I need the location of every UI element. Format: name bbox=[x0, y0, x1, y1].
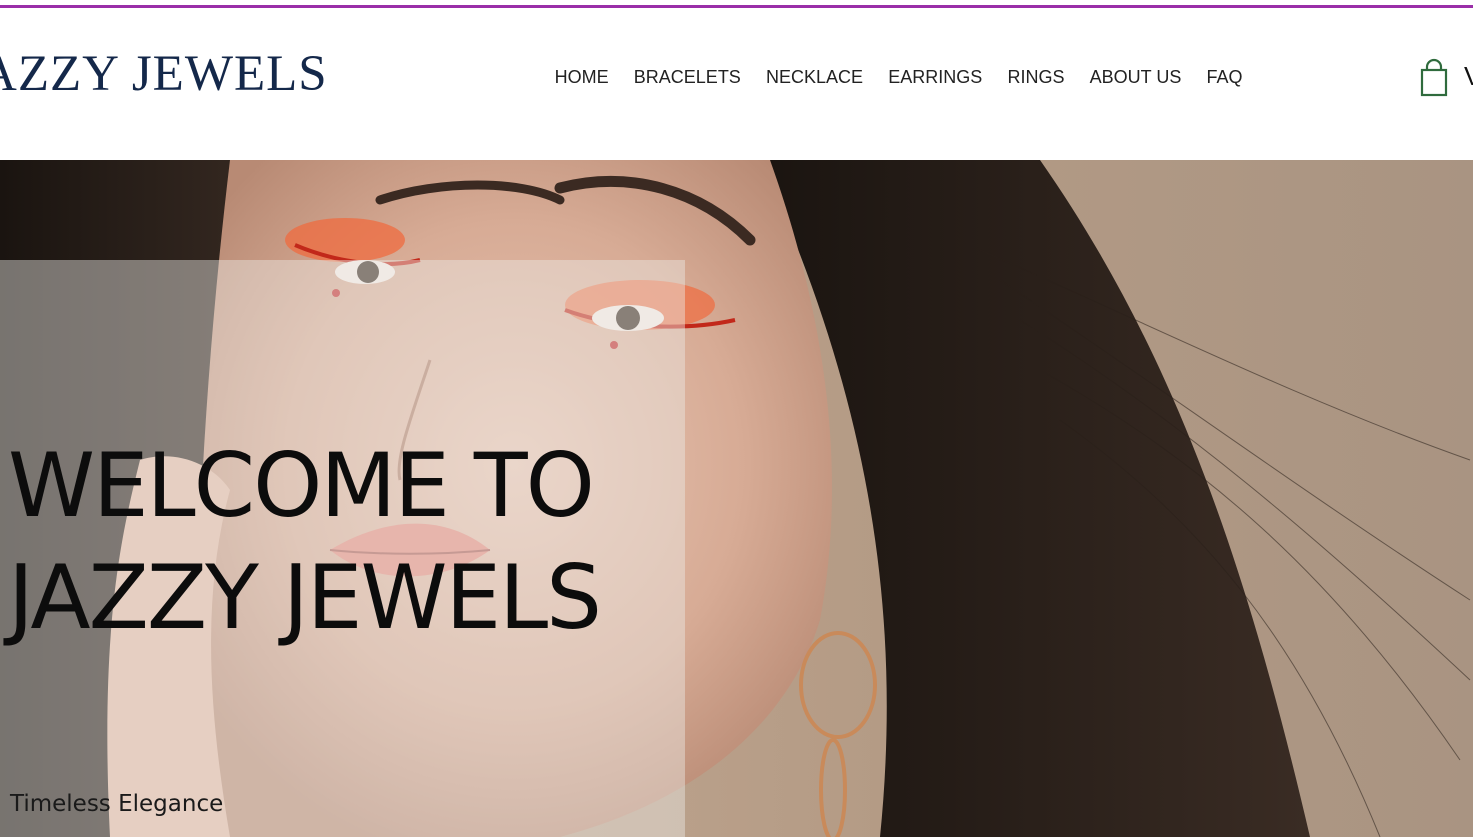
nav-item-about-us[interactable]: ABOUT US bbox=[1077, 66, 1194, 88]
nav-item-necklace[interactable]: NECKLACE bbox=[753, 66, 875, 88]
site-header: AZZY JEWELS HOME BRACELETS NECKLACE EARR… bbox=[0, 8, 1473, 160]
main-nav: HOME BRACELETS NECKLACE EARRINGS RINGS A… bbox=[542, 66, 1255, 88]
hero-tagline: Timeless Elegance bbox=[10, 791, 224, 817]
nav-item-earrings[interactable]: EARRINGS bbox=[876, 66, 995, 88]
nav-item-faq[interactable]: FAQ bbox=[1194, 66, 1255, 88]
cart-partial-text: V bbox=[1464, 61, 1473, 91]
shopping-bag-icon bbox=[1420, 58, 1448, 97]
brand-logo[interactable]: AZZY JEWELS bbox=[0, 44, 328, 104]
cart-button[interactable]: V bbox=[1418, 57, 1473, 97]
nav-item-rings[interactable]: RINGS bbox=[995, 66, 1077, 88]
nav-item-home[interactable]: HOME bbox=[542, 66, 621, 88]
nav-item-bracelets[interactable]: BRACELETS bbox=[621, 66, 753, 88]
hero-heading: WELCOME TO JAZZY JEWELS bbox=[8, 434, 602, 649]
